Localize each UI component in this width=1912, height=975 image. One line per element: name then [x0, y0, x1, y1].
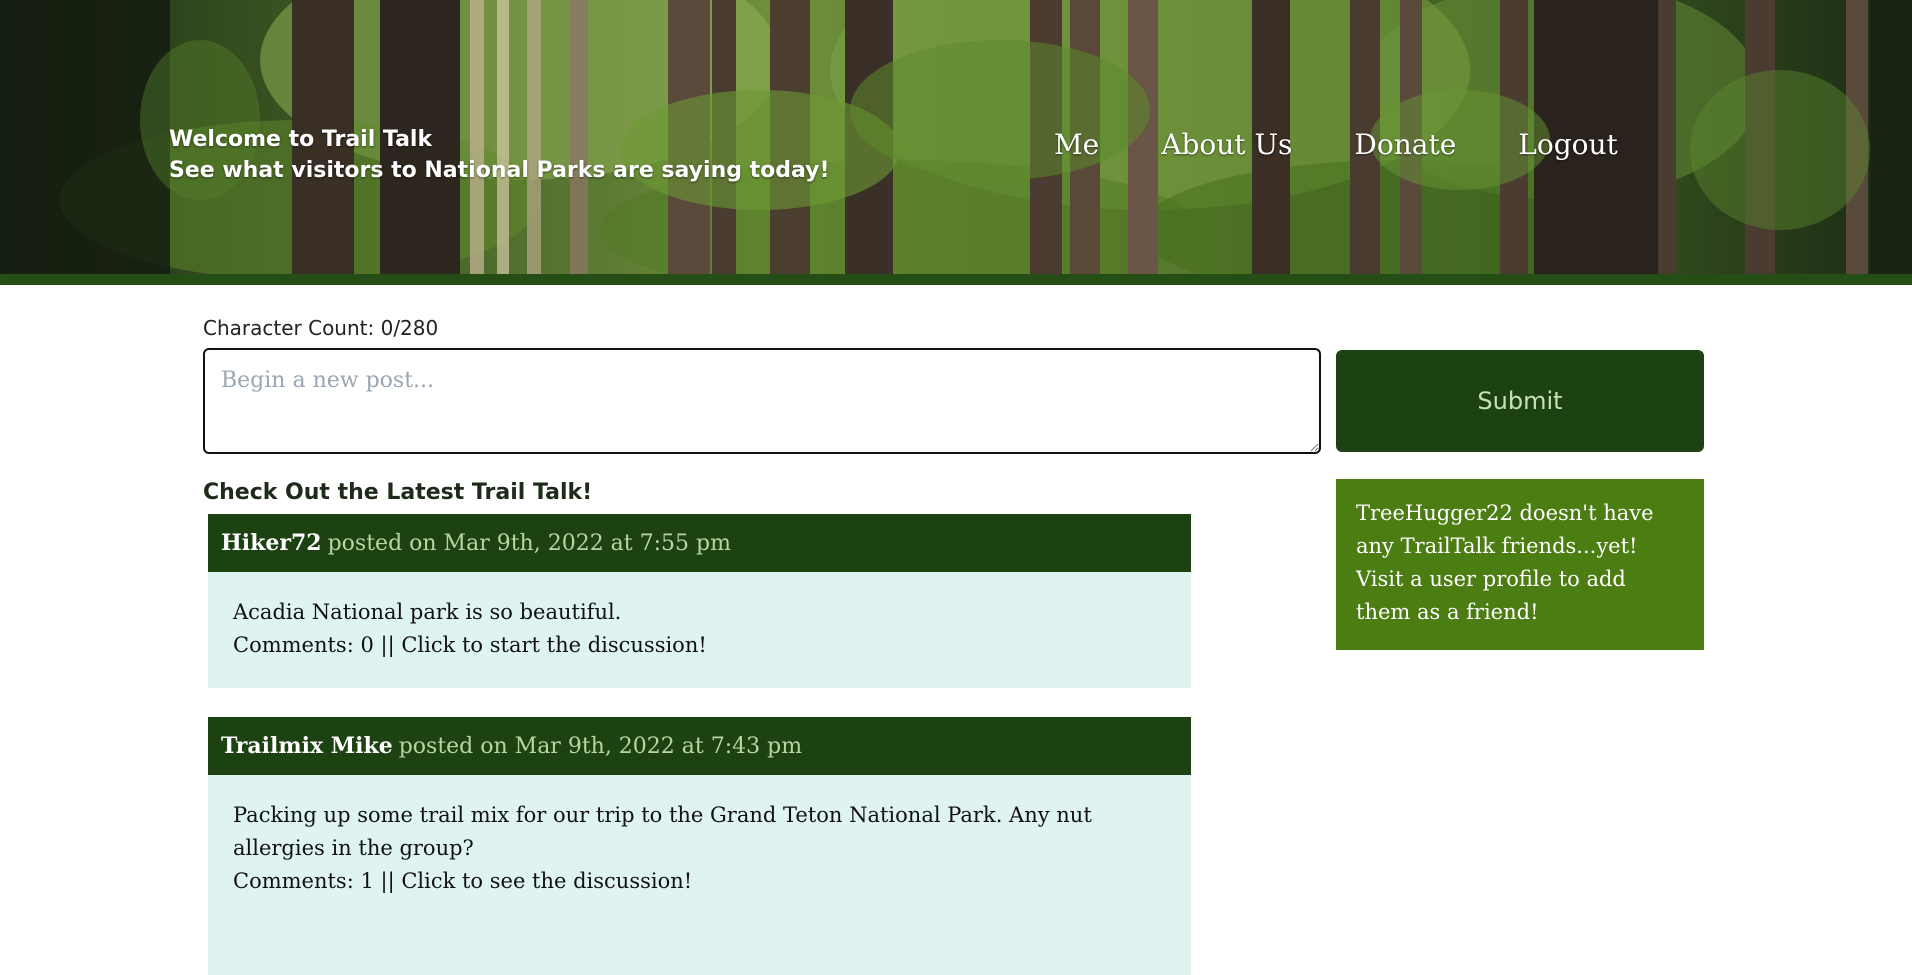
post-text: Acadia National park is so beautiful.: [233, 600, 622, 624]
friends-panel-message: TreeHugger22 doesn't have any TrailTalk …: [1356, 501, 1654, 624]
post-timestamp: posted on Mar 9th, 2022 at 7:55 pm: [327, 530, 731, 556]
header-divider-bar: [0, 274, 1912, 285]
nav-link-donate[interactable]: Donate: [1354, 128, 1456, 161]
character-count: Character Count: 0/280: [203, 316, 439, 340]
post-header: Trailmix Mike posted on Mar 9th, 2022 at…: [208, 717, 1191, 775]
submit-post-button[interactable]: Submit: [1336, 350, 1704, 452]
post-text: Packing up some trail mix for our trip t…: [233, 803, 1092, 860]
post-body[interactable]: Packing up some trail mix for our trip t…: [208, 775, 1191, 975]
post-card[interactable]: Hiker72 posted on Mar 9th, 2022 at 7:55 …: [208, 514, 1191, 688]
post-header: Hiker72 posted on Mar 9th, 2022 at 7:55 …: [208, 514, 1191, 572]
nav-link-me[interactable]: Me: [1054, 128, 1099, 161]
post-author-link[interactable]: Trailmix Mike: [221, 733, 393, 759]
post-comments-link[interactable]: Comments: 1 || Click to see the discussi…: [233, 865, 1166, 898]
post-comments-link[interactable]: Comments: 0 || Click to start the discus…: [233, 629, 1166, 662]
post-timestamp: posted on Mar 9th, 2022 at 7:43 pm: [398, 733, 803, 759]
site-tagline: See what visitors to National Parks are …: [169, 158, 830, 183]
header-banner: Welcome to Trail Talk See what visitors …: [0, 0, 1912, 274]
post-author-link[interactable]: Hiker72: [221, 530, 322, 556]
feed-title: Check Out the Latest Trail Talk!: [203, 480, 593, 505]
nav-link-logout[interactable]: Logout: [1518, 128, 1618, 161]
welcome-title: Welcome to Trail Talk: [169, 127, 433, 152]
post-card[interactable]: Trailmix Mike posted on Mar 9th, 2022 at…: [208, 717, 1191, 975]
nav-link-about-us[interactable]: About Us: [1161, 128, 1292, 161]
site-brand: Welcome to Trail Talk See what visitors …: [169, 124, 830, 186]
post-body[interactable]: Acadia National park is so beautiful. Co…: [208, 572, 1191, 688]
friends-panel: TreeHugger22 doesn't have any TrailTalk …: [1336, 479, 1704, 650]
main-nav: Me About Us Donate Logout: [1054, 128, 1680, 161]
new-post-input[interactable]: [203, 348, 1321, 454]
